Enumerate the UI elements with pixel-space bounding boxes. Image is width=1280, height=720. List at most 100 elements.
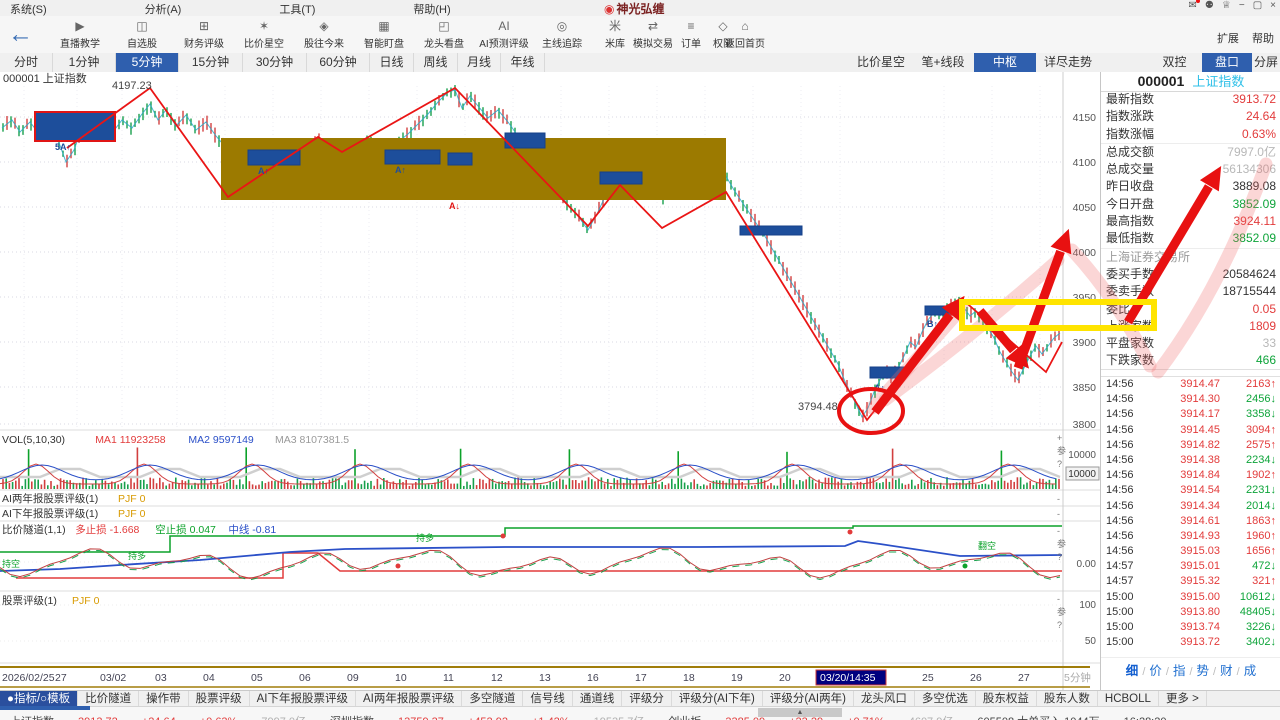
view-tab-中枢[interactable]: 中枢	[974, 53, 1036, 72]
panel-tab-势[interactable]: 势	[1197, 664, 1210, 678]
period-tab-5分钟[interactable]: 5分钟	[116, 53, 179, 72]
indicator-tab-评级分(AI下年)[interactable]: 评级分(AI下年)	[672, 691, 763, 707]
toolbar-button-price-star-sky[interactable]: ✶比价星空	[235, 18, 293, 50]
status-item: 19535.7亿	[594, 716, 645, 720]
toolbar-button-leader-watch[interactable]: ◰龙头看盘	[415, 18, 473, 50]
indicator-tab-更多 >[interactable]: 更多 >	[1159, 691, 1207, 707]
tick-list[interactable]: 14:563914.472163↑14:563914.302456↓14:563…	[1101, 377, 1280, 650]
period-tab-日线[interactable]: 日线	[370, 53, 414, 72]
close-icon[interactable]: ×	[1270, 0, 1276, 11]
toolbar-button-back-home[interactable]: ⌂返回首页	[716, 18, 774, 50]
period-tab-周线[interactable]: 周线	[414, 53, 458, 72]
tick-row: 14:563914.841902↑	[1101, 468, 1280, 483]
tick-price: 3914.38	[1148, 453, 1220, 468]
tick-row: 14:573915.01472↓	[1101, 559, 1280, 574]
quote-value: 7997.0亿	[1227, 144, 1276, 161]
indicator-tab-操作带[interactable]: 操作带	[139, 691, 189, 707]
app-title: 神光弘缠	[616, 2, 664, 16]
status-item: 上证指数	[10, 716, 54, 720]
svg-text:空止损 0.047: 空止损 0.047	[155, 523, 216, 536]
svg-text:-: -	[1057, 594, 1060, 604]
indicator-tab-AI下年报股票评级[interactable]: AI下年报股票评级	[250, 691, 356, 707]
tick-price: 3914.84	[1148, 468, 1220, 483]
indicator-tab-股票评级[interactable]: 股票评级	[189, 691, 250, 707]
svg-text:09: 09	[347, 672, 359, 684]
view-tab-比价星空[interactable]: 比价星空	[850, 53, 912, 72]
tick-volume: 2014↓	[1220, 499, 1276, 514]
indicator-tab-●指标/○模板[interactable]: ●指标/○模板	[0, 691, 78, 707]
toolbar-label: 直播教学	[51, 35, 109, 50]
view-tab-分屏[interactable]: 分屏	[1252, 53, 1280, 72]
tick-row: 15:003915.0010612↓	[1101, 590, 1280, 605]
indicator-tab-AI两年报股票评级[interactable]: AI两年报股票评级	[356, 691, 462, 707]
indicator-tab-比价隧道[interactable]: 比价隧道	[78, 691, 139, 707]
user-icon[interactable]: ⚉	[1205, 0, 1214, 11]
toolbar-label: AI预测评级	[475, 35, 533, 50]
view-tab-详尽走势[interactable]: 详尽走势	[1036, 53, 1100, 72]
toolbar-button-live-teaching[interactable]: ▶直播教学	[51, 18, 109, 50]
toolbar-button-ai-predict-rating[interactable]: AIAI预测评级	[475, 18, 533, 50]
svg-text:参: 参	[1057, 538, 1066, 549]
indicator-tab-多空隧道[interactable]: 多空隧道	[462, 691, 523, 707]
status-item: +0.71%	[847, 716, 885, 720]
expand-button[interactable]: 扩展	[1217, 33, 1239, 45]
status-item: +452.92	[468, 716, 508, 720]
indicator-tab-股东人数[interactable]: 股东人数	[1037, 691, 1098, 707]
indicator-tab-龙头风口[interactable]: 龙头风口	[854, 691, 915, 707]
period-tab-年线[interactable]: 年线	[501, 53, 545, 72]
scrollbar-thumb-left[interactable]	[0, 706, 90, 710]
indicator-tab-评级分(AI两年)[interactable]: 评级分(AI两年)	[763, 691, 854, 707]
indicator-tab-股东权益[interactable]: 股东权益	[976, 691, 1037, 707]
indicator-tab-通道线[interactable]: 通道线	[573, 691, 623, 707]
panel-tab-财[interactable]: 财	[1220, 664, 1233, 678]
panel-tab-指[interactable]: 指	[1173, 664, 1186, 678]
tick-price: 3913.72	[1148, 635, 1220, 650]
toolbar-button-finance-rating[interactable]: ⊞财务评级	[175, 18, 233, 50]
toolbar-button-smart-monitor[interactable]: ▦智能盯盘	[355, 18, 413, 50]
quote-label: 上海证券交易所	[1106, 249, 1190, 266]
period-tab-60分钟[interactable]: 60分钟	[307, 53, 370, 72]
panel-tab-成[interactable]: 成	[1244, 664, 1257, 678]
svg-text:19: 19	[731, 672, 743, 684]
quote-table: 最新指数3913.72指数涨跌24.64指数涨幅0.63%总成交额7997.0亿…	[1101, 91, 1280, 370]
restore-icon[interactable]: ▢	[1253, 0, 1262, 11]
indicator-tab-HCBOLL[interactable]: HCBOLL	[1098, 691, 1159, 707]
help-button[interactable]: 帮助	[1252, 33, 1274, 45]
toolbar-button-watchlist[interactable]: ◫自选股	[113, 18, 171, 50]
period-tab-30分钟[interactable]: 30分钟	[243, 53, 307, 72]
symbol-code: 000001	[1138, 73, 1185, 89]
svg-text:MA2 9597149: MA2 9597149	[188, 434, 254, 446]
indicator-tab-信号线[interactable]: 信号线	[523, 691, 573, 707]
svg-text:25: 25	[922, 672, 934, 684]
minimize-icon[interactable]: −	[1239, 0, 1245, 11]
view-tab-盘口[interactable]: 盘口	[1202, 53, 1252, 72]
svg-text:参: 参	[1057, 606, 1066, 617]
price-star-sky-icon: ✶	[235, 18, 293, 35]
tick-volume: 10612↓	[1220, 590, 1276, 605]
view-tab-笔+线段[interactable]: 笔+线段	[912, 53, 974, 72]
panel-tab-细[interactable]: 细	[1126, 664, 1139, 678]
chart-area[interactable]: 5A↑A↑A↑A↓A↑B↑4197.233794.48000001 上证指数VO…	[0, 72, 1100, 690]
toolbar-label: 财务评级	[175, 35, 233, 50]
period-tab-1分钟[interactable]: 1分钟	[53, 53, 116, 72]
panel-tab-价[interactable]: 价	[1149, 664, 1162, 678]
tick-time: 14:57	[1106, 559, 1148, 574]
period-tab-月线[interactable]: 月线	[458, 53, 501, 72]
toolbar-button-stock-history[interactable]: ◈股往今来	[295, 18, 353, 50]
svg-text:17: 17	[635, 672, 647, 684]
rewards-icon[interactable]: ♕	[1222, 0, 1231, 11]
svg-text:?: ?	[1057, 459, 1062, 469]
period-tab-分时[interactable]: 分时	[0, 53, 53, 72]
tick-price: 3913.74	[1148, 620, 1220, 635]
quote-label: 上涨家数	[1106, 318, 1154, 335]
view-tab-双控[interactable]: 双控	[1147, 53, 1202, 72]
toolbar-button-mainline-tracking[interactable]: ◎主线追踪	[533, 18, 591, 50]
indicator-tab-评级分[interactable]: 评级分	[622, 691, 672, 707]
logo-icon: ◉	[604, 2, 614, 16]
back-button[interactable]: ←	[8, 20, 33, 48]
period-tab-15分钟[interactable]: 15分钟	[179, 53, 243, 72]
mail-icon[interactable]: ✉	[1189, 0, 1197, 11]
scrollbar-thumb[interactable]: ▲	[758, 708, 842, 717]
status-item: +24.64	[142, 716, 176, 720]
indicator-tab-多空优选[interactable]: 多空优选	[915, 691, 976, 707]
